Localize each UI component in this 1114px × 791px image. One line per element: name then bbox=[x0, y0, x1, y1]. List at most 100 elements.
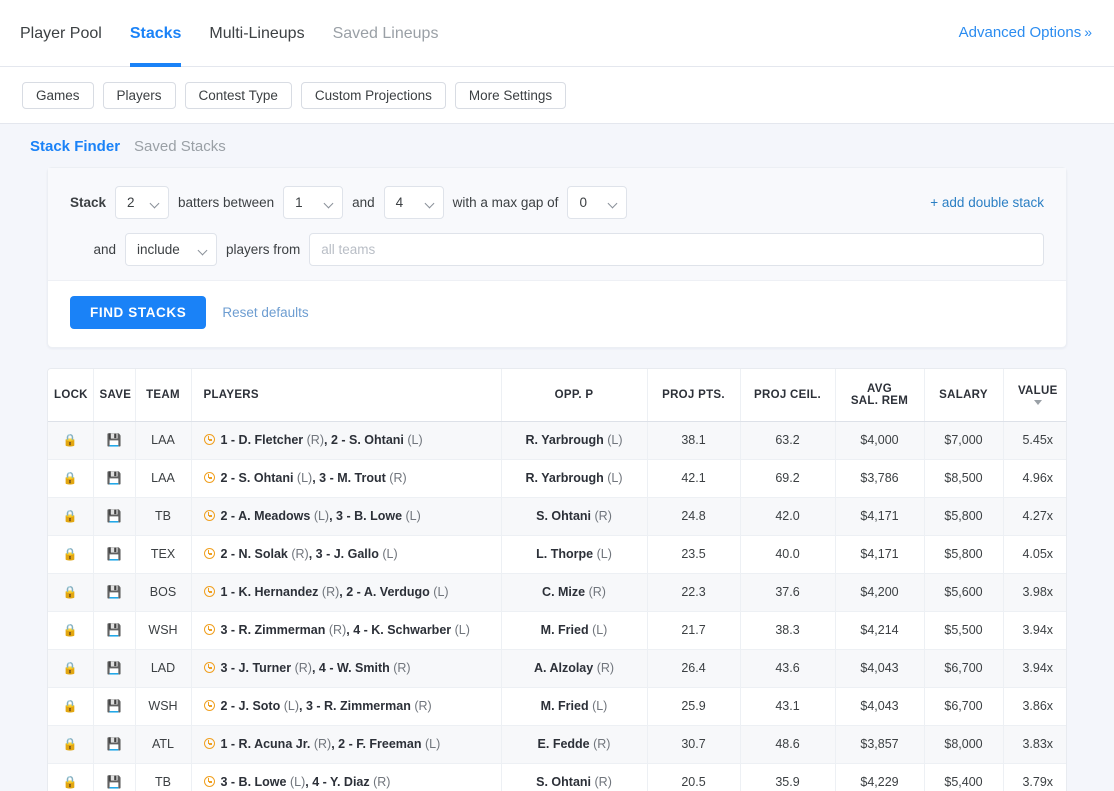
floppy-disk-icon[interactable]: 💾 bbox=[107, 433, 122, 447]
table-row[interactable]: 🔒 💾 LAA 1 - D. Fletcher (R), 2 - S. Ohtani … bbox=[48, 421, 1066, 460]
subtab-saved-stacks[interactable]: Saved Stacks bbox=[134, 138, 226, 155]
column-header-proj-ceil[interactable]: PROJ CEIL. bbox=[740, 369, 836, 422]
opponent-pitcher-hand: (R) bbox=[594, 509, 612, 523]
range-to-select[interactable]: 4 bbox=[383, 186, 444, 219]
save-cell[interactable]: 💾 bbox=[93, 763, 136, 791]
find-stacks-button[interactable]: FIND STACKS bbox=[70, 296, 207, 329]
filter-custom-projections-button[interactable]: Custom Projections bbox=[300, 81, 446, 109]
opponent-pitcher-cell: E. Fedde (R) bbox=[501, 725, 648, 764]
save-cell[interactable]: 💾 bbox=[93, 649, 136, 688]
lock-icon[interactable]: 🔒 bbox=[63, 547, 78, 561]
opponent-pitcher-name: E. Fedde bbox=[537, 737, 590, 751]
save-cell[interactable]: 💾 bbox=[93, 535, 136, 574]
lock-icon[interactable]: 🔒 bbox=[63, 433, 78, 447]
floppy-disk-icon[interactable]: 💾 bbox=[107, 737, 122, 751]
proj-ceil-cell: 43.6 bbox=[740, 649, 836, 688]
save-cell[interactable]: 💾 bbox=[93, 573, 136, 612]
lock-icon[interactable]: 🔒 bbox=[63, 699, 78, 713]
floppy-disk-icon[interactable]: 💾 bbox=[107, 699, 122, 713]
salary-cell: $7,000 bbox=[924, 421, 1004, 460]
clock-icon bbox=[203, 738, 215, 749]
floppy-disk-icon[interactable]: 💾 bbox=[107, 471, 122, 485]
proj-ceil-cell: 37.6 bbox=[740, 573, 836, 612]
column-header-team[interactable]: TEAM bbox=[135, 369, 192, 422]
lock-cell[interactable]: 🔒 bbox=[48, 459, 94, 498]
lock-icon[interactable]: 🔒 bbox=[63, 471, 78, 485]
column-header-players[interactable]: PLAYERS bbox=[191, 369, 502, 422]
column-header-salary[interactable]: SALARY bbox=[924, 369, 1004, 422]
avg-sal-rem-cell: $4,214 bbox=[835, 611, 925, 650]
lock-cell[interactable]: 🔒 bbox=[48, 421, 94, 460]
lock-cell[interactable]: 🔒 bbox=[48, 687, 94, 726]
value-cell: 3.86x bbox=[1003, 687, 1066, 726]
opponent-pitcher-hand: (L) bbox=[596, 547, 612, 561]
proj-ceil-cell: 38.3 bbox=[740, 611, 836, 650]
lock-icon[interactable]: 🔒 bbox=[63, 775, 78, 789]
subtab-stack-finder[interactable]: Stack Finder bbox=[30, 138, 120, 155]
team-cell: TB bbox=[135, 497, 192, 536]
tab-multi-lineups[interactable]: Multi-Lineups bbox=[195, 0, 318, 67]
column-header-save[interactable]: SAVE bbox=[93, 369, 136, 422]
column-header-proj-pts[interactable]: PROJ PTS. bbox=[647, 369, 741, 422]
range-from-select[interactable]: 1 bbox=[283, 186, 344, 219]
avg-sal-rem-cell: $3,786 bbox=[835, 459, 925, 498]
save-cell[interactable]: 💾 bbox=[93, 497, 136, 536]
lock-icon[interactable]: 🔒 bbox=[63, 661, 78, 675]
advanced-options-toggle[interactable]: Advanced Options» bbox=[959, 24, 1092, 41]
floppy-disk-icon[interactable]: 💾 bbox=[107, 775, 122, 789]
chevron-double-up-icon: » bbox=[1084, 24, 1092, 40]
floppy-disk-icon[interactable]: 💾 bbox=[107, 661, 122, 675]
table-row[interactable]: 🔒 💾 BOS 1 - K. Hernandez (R), 2 - A. Verdug… bbox=[48, 573, 1066, 612]
save-cell[interactable]: 💾 bbox=[93, 611, 136, 650]
max-gap-select[interactable]: 0 bbox=[567, 186, 628, 219]
stacks-table-head: LOCK SAVE TEAM PLAYERS OPP. P PROJ PTS. … bbox=[48, 369, 1066, 422]
filter-contest-type-button[interactable]: Contest Type bbox=[184, 81, 292, 109]
table-row[interactable]: 🔒 💾 ATL 1 - R. Acuna Jr. (R), 2 - F. Freema… bbox=[48, 725, 1066, 764]
lock-icon[interactable]: 🔒 bbox=[63, 585, 78, 599]
add-double-stack-link[interactable]: + add double stack bbox=[930, 195, 1044, 210]
table-row[interactable]: 🔒 💾 WSH 3 - R. Zimmerman (R), 4 - K. Schwar… bbox=[48, 611, 1066, 650]
table-row[interactable]: 🔒 💾 TB 3 - B. Lowe (L), 4 - Y. Diaz (R) S. O… bbox=[48, 763, 1066, 791]
filter-more-settings-button[interactable]: More Settings bbox=[454, 81, 567, 109]
table-row[interactable]: 🔒 💾 LAA 2 - S. Ohtani (L), 3 - M. Trout (R)… bbox=[48, 459, 1066, 498]
lock-cell[interactable]: 🔒 bbox=[48, 649, 94, 688]
stack-size-select[interactable]: 2 bbox=[115, 186, 170, 219]
opponent-pitcher-name: M. Fried bbox=[540, 699, 589, 713]
lock-icon[interactable]: 🔒 bbox=[63, 737, 78, 751]
lock-cell[interactable]: 🔒 bbox=[48, 573, 94, 612]
floppy-disk-icon[interactable]: 💾 bbox=[107, 547, 122, 561]
save-cell[interactable]: 💾 bbox=[93, 687, 136, 726]
save-cell[interactable]: 💾 bbox=[93, 459, 136, 498]
lock-cell[interactable]: 🔒 bbox=[48, 763, 94, 791]
clock-icon bbox=[203, 434, 215, 445]
lock-icon[interactable]: 🔒 bbox=[63, 509, 78, 523]
lock-cell[interactable]: 🔒 bbox=[48, 535, 94, 574]
lock-cell[interactable]: 🔒 bbox=[48, 725, 94, 764]
table-row[interactable]: 🔒 💾 TEX 2 - N. Solak (R), 3 - J. Gallo (L) L… bbox=[48, 535, 1066, 574]
floppy-disk-icon[interactable]: 💾 bbox=[107, 585, 122, 599]
lock-cell[interactable]: 🔒 bbox=[48, 497, 94, 536]
floppy-disk-icon[interactable]: 💾 bbox=[107, 509, 122, 523]
lock-cell[interactable]: 🔒 bbox=[48, 611, 94, 650]
tab-stacks[interactable]: Stacks bbox=[116, 0, 196, 67]
column-header-value[interactable]: VALUE bbox=[1003, 369, 1066, 422]
column-header-opp-p[interactable]: OPP. P bbox=[501, 369, 648, 422]
tab-player-pool[interactable]: Player Pool bbox=[20, 0, 116, 67]
column-header-lock[interactable]: LOCK bbox=[48, 369, 94, 422]
avg-sal-rem-cell: $4,200 bbox=[835, 573, 925, 612]
lock-icon[interactable]: 🔒 bbox=[63, 623, 78, 637]
filter-games-button[interactable]: Games bbox=[22, 81, 94, 109]
tab-saved-lineups[interactable]: Saved Lineups bbox=[319, 0, 453, 67]
table-row[interactable]: 🔒 💾 TB 2 - A. Meadows (L), 3 - B. Lowe (L) S… bbox=[48, 497, 1066, 536]
floppy-disk-icon[interactable]: 💾 bbox=[107, 623, 122, 637]
save-cell[interactable]: 💾 bbox=[93, 421, 136, 460]
teams-input[interactable] bbox=[309, 233, 1044, 266]
reset-defaults-link[interactable]: Reset defaults bbox=[222, 305, 308, 320]
clock-icon bbox=[203, 586, 215, 597]
table-row[interactable]: 🔒 💾 LAD 3 - J. Turner (R), 4 - W. Smith (R)… bbox=[48, 649, 1066, 688]
filter-players-button[interactable]: Players bbox=[102, 81, 176, 109]
table-row[interactable]: 🔒 💾 WSH 2 - J. Soto (L), 3 - R. Zimmerman (… bbox=[48, 687, 1066, 726]
include-mode-select[interactable]: include bbox=[125, 233, 217, 266]
column-header-avg-sal-rem[interactable]: AVG SAL. REM bbox=[835, 369, 925, 422]
save-cell[interactable]: 💾 bbox=[93, 725, 136, 764]
